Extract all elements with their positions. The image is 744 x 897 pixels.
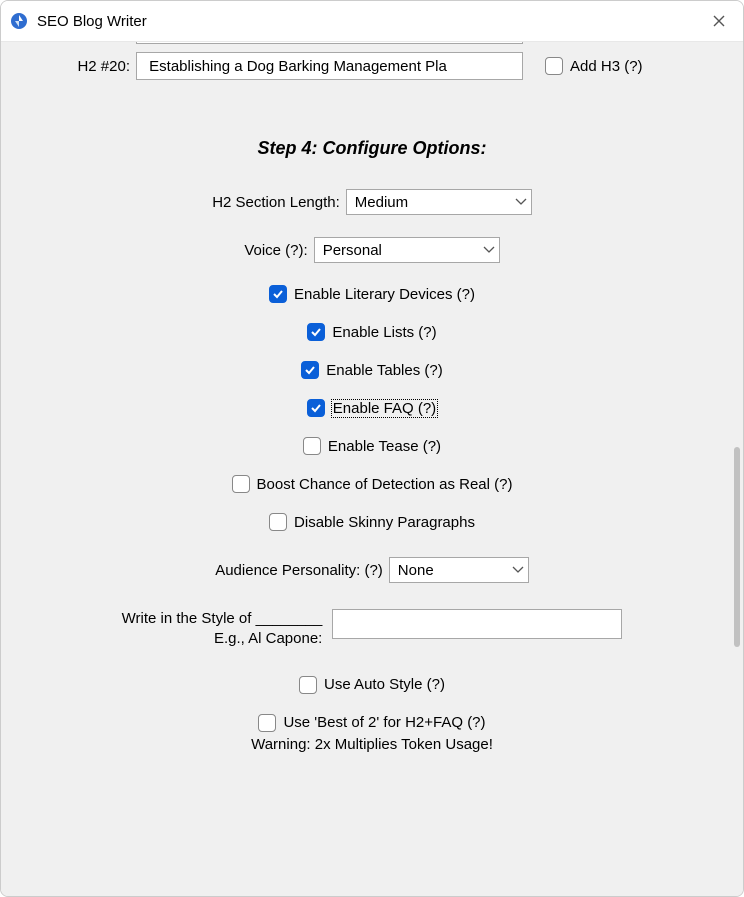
enable-lists-checkbox[interactable] <box>307 323 325 341</box>
best-of-2-warning: Warning: 2x Multiplies Token Usage! <box>1 736 743 753</box>
auto-style-row: Use Auto Style (?) <box>1 676 743 694</box>
h2-20-input[interactable] <box>136 52 523 80</box>
style-label-line2: E.g., Al Capone: <box>214 630 322 647</box>
boost-real-label: Boost Chance of Detection as Real (?) <box>257 476 513 493</box>
add-h3-20-label: Add H3 (?) <box>570 58 643 75</box>
style-row: Write in the Style of ________ E.g., Al … <box>1 609 743 650</box>
close-button[interactable] <box>705 7 733 35</box>
app-icon <box>9 11 29 31</box>
enable-lists-label: Enable Lists (?) <box>332 324 436 341</box>
enable-faq-checkbox[interactable] <box>307 399 325 417</box>
enable-literary-label: Enable Literary Devices (?) <box>294 286 475 303</box>
section-length-label: H2 Section Length: <box>212 194 346 211</box>
enable-tease-label: Enable Tease (?) <box>328 438 441 455</box>
audience-select[interactable]: None <box>389 557 529 583</box>
enable-tables-label: Enable Tables (?) <box>326 362 442 379</box>
style-label: Write in the Style of ________ E.g., Al … <box>122 609 333 650</box>
disable-skinny-label: Disable Skinny Paragraphs <box>294 514 475 531</box>
boost-real-row: Boost Chance of Detection as Real (?) <box>1 475 743 493</box>
enable-literary-checkbox[interactable] <box>269 285 287 303</box>
h2-row-20: H2 #20: Add H3 (?) <box>1 52 743 80</box>
audience-value: None <box>398 562 434 579</box>
section-length-row: H2 Section Length: Medium <box>1 189 743 215</box>
add-h3-20-checkbox[interactable] <box>545 57 563 75</box>
window-title: SEO Blog Writer <box>37 13 705 30</box>
enable-faq-row: Enable FAQ (?) <box>1 399 743 417</box>
h2-19-input[interactable] <box>136 42 523 44</box>
style-label-line1: Write in the Style of ________ <box>122 610 323 627</box>
enable-tables-checkbox[interactable] <box>301 361 319 379</box>
enable-tease-checkbox[interactable] <box>303 437 321 455</box>
titlebar: SEO Blog Writer <box>1 1 743 42</box>
h2-row-19: H2 #19: Add H3 (?) <box>1 42 743 44</box>
auto-style-checkbox[interactable] <box>299 676 317 694</box>
voice-label: Voice (?): <box>244 242 313 259</box>
app-window: SEO Blog Writer H2 #19: Add H3 (?) <box>0 0 744 897</box>
section-length-value: Medium <box>355 194 408 211</box>
boost-real-checkbox[interactable] <box>232 475 250 493</box>
enable-lists-row: Enable Lists (?) <box>1 323 743 341</box>
client-area: H2 #19: Add H3 (?) H2 #20: <box>1 42 743 896</box>
close-icon <box>713 15 725 27</box>
h2-20-label: H2 #20: <box>1 58 136 75</box>
best-of-2-label: Use 'Best of 2' for H2+FAQ (?) <box>283 714 485 731</box>
best-of-2-row: Use 'Best of 2' for H2+FAQ (?) <box>1 714 743 732</box>
step-4-title: Step 4: Configure Options: <box>1 138 743 159</box>
voice-row: Voice (?): Personal <box>1 237 743 263</box>
audience-row: Audience Personality: (?) None <box>1 557 743 583</box>
auto-style-label: Use Auto Style (?) <box>324 676 445 693</box>
scrollbar-thumb[interactable] <box>734 447 740 647</box>
style-input[interactable] <box>332 609 622 639</box>
section-length-select[interactable]: Medium <box>346 189 532 215</box>
best-of-2-checkbox[interactable] <box>258 714 276 732</box>
disable-skinny-row: Disable Skinny Paragraphs <box>1 513 743 531</box>
disable-skinny-checkbox[interactable] <box>269 513 287 531</box>
voice-select[interactable]: Personal <box>314 237 500 263</box>
enable-literary-row: Enable Literary Devices (?) <box>1 285 743 303</box>
audience-label: Audience Personality: (?) <box>215 562 389 579</box>
enable-tables-row: Enable Tables (?) <box>1 361 743 379</box>
enable-faq-label: Enable FAQ (?) <box>332 400 437 417</box>
voice-value: Personal <box>323 242 382 259</box>
enable-tease-row: Enable Tease (?) <box>1 437 743 455</box>
form-area: H2 #19: Add H3 (?) H2 #20: <box>1 42 743 896</box>
